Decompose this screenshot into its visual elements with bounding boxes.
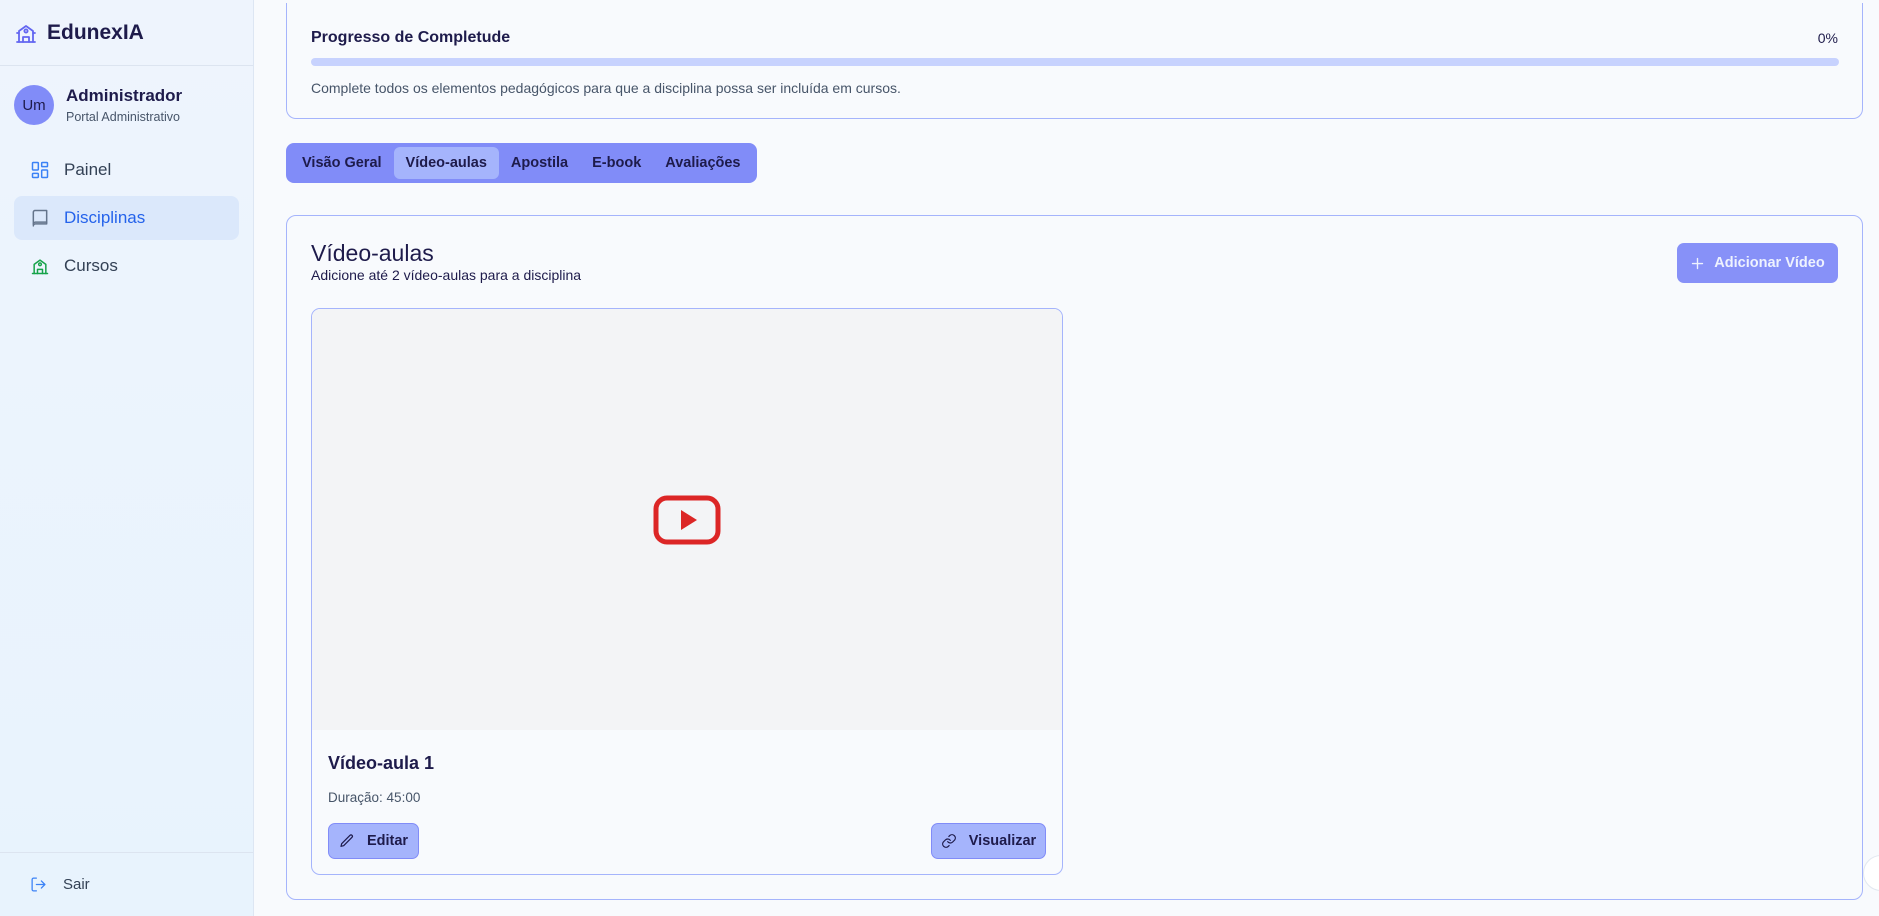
edit-label: Editar (366, 833, 409, 849)
sidebar-item-label: Cursos (64, 256, 118, 275)
brand-name: EdunexIA (47, 20, 144, 44)
school-icon (30, 256, 50, 276)
video-section: Vídeo-aulas Adicione até 2 vídeo-aulas p… (286, 215, 1863, 900)
video-title: Vídeo-aula 1 (328, 753, 435, 773)
school-icon (14, 21, 38, 45)
book-icon (30, 208, 50, 228)
avatar[interactable]: Um (14, 85, 54, 125)
duration-value: 45:00 (386, 790, 421, 805)
logout-label: Sair (63, 876, 90, 893)
user-name: Administrador (66, 86, 183, 105)
progress-title: Progresso de Completude (311, 29, 511, 46)
dashboard-icon (30, 160, 50, 180)
sidebar-nav: Painel Disciplinas Cursos (0, 148, 253, 288)
logout-icon (30, 876, 47, 893)
progress-bar (311, 58, 1839, 66)
section-title: Vídeo-aulas (311, 240, 434, 266)
edit-button[interactable]: Editar (328, 823, 419, 859)
progress-description: Complete todos os elementos pedagógicos … (311, 80, 901, 96)
brand[interactable]: EdunexIA (0, 0, 253, 66)
sidebar-item-disciplinas[interactable]: Disciplinas (14, 196, 239, 240)
sidebar-item-label: Painel (64, 160, 112, 179)
progress-card: Progresso de Completude 0% Complete todo… (286, 3, 1863, 119)
sidebar-item-painel[interactable]: Painel (14, 148, 239, 192)
tab-apostila[interactable]: Apostila (499, 147, 580, 179)
sidebar-item-label: Disciplinas (64, 208, 146, 227)
tab-ebook[interactable]: E-book (580, 147, 653, 179)
view-button[interactable]: Visualizar (931, 823, 1046, 859)
plus-icon (1690, 256, 1714, 271)
video-card: Vídeo-aula 1 Duração: 45:00 Editar Visua… (311, 308, 1063, 875)
add-video-button[interactable]: Adicionar Vídeo (1677, 243, 1838, 283)
tab-visao-geral[interactable]: Visão Geral (290, 147, 394, 179)
tab-avaliacoes[interactable]: Avaliações (653, 147, 752, 179)
add-video-label: Adicionar Vídeo (1714, 255, 1825, 271)
floating-button[interactable] (1863, 855, 1879, 891)
pencil-icon (339, 833, 367, 849)
sidebar-item-cursos[interactable]: Cursos (14, 244, 239, 288)
duration-label: Duração: (328, 790, 383, 805)
progress-percent: 0% (1817, 30, 1838, 46)
video-thumbnail[interactable] (312, 309, 1062, 730)
view-label: Visualizar (968, 833, 1037, 849)
youtube-icon (653, 495, 721, 545)
tab-video-aulas[interactable]: Vídeo-aulas (393, 147, 499, 179)
user-role: Portal Administrativo (66, 110, 180, 124)
section-subtitle: Adicione até 2 vídeo-aulas para a discip… (311, 267, 582, 283)
tab-bar: Visão Geral Vídeo-aulas Apostila E-book … (286, 143, 757, 183)
link-icon (941, 833, 969, 849)
user-profile: Um Administrador Portal Administrativo (0, 68, 253, 142)
sidebar: EdunexIA Um Administrador Portal Adminis… (0, 0, 254, 916)
logout-button[interactable]: Sair (0, 852, 253, 916)
video-duration: Duração: 45:00 (328, 790, 420, 805)
